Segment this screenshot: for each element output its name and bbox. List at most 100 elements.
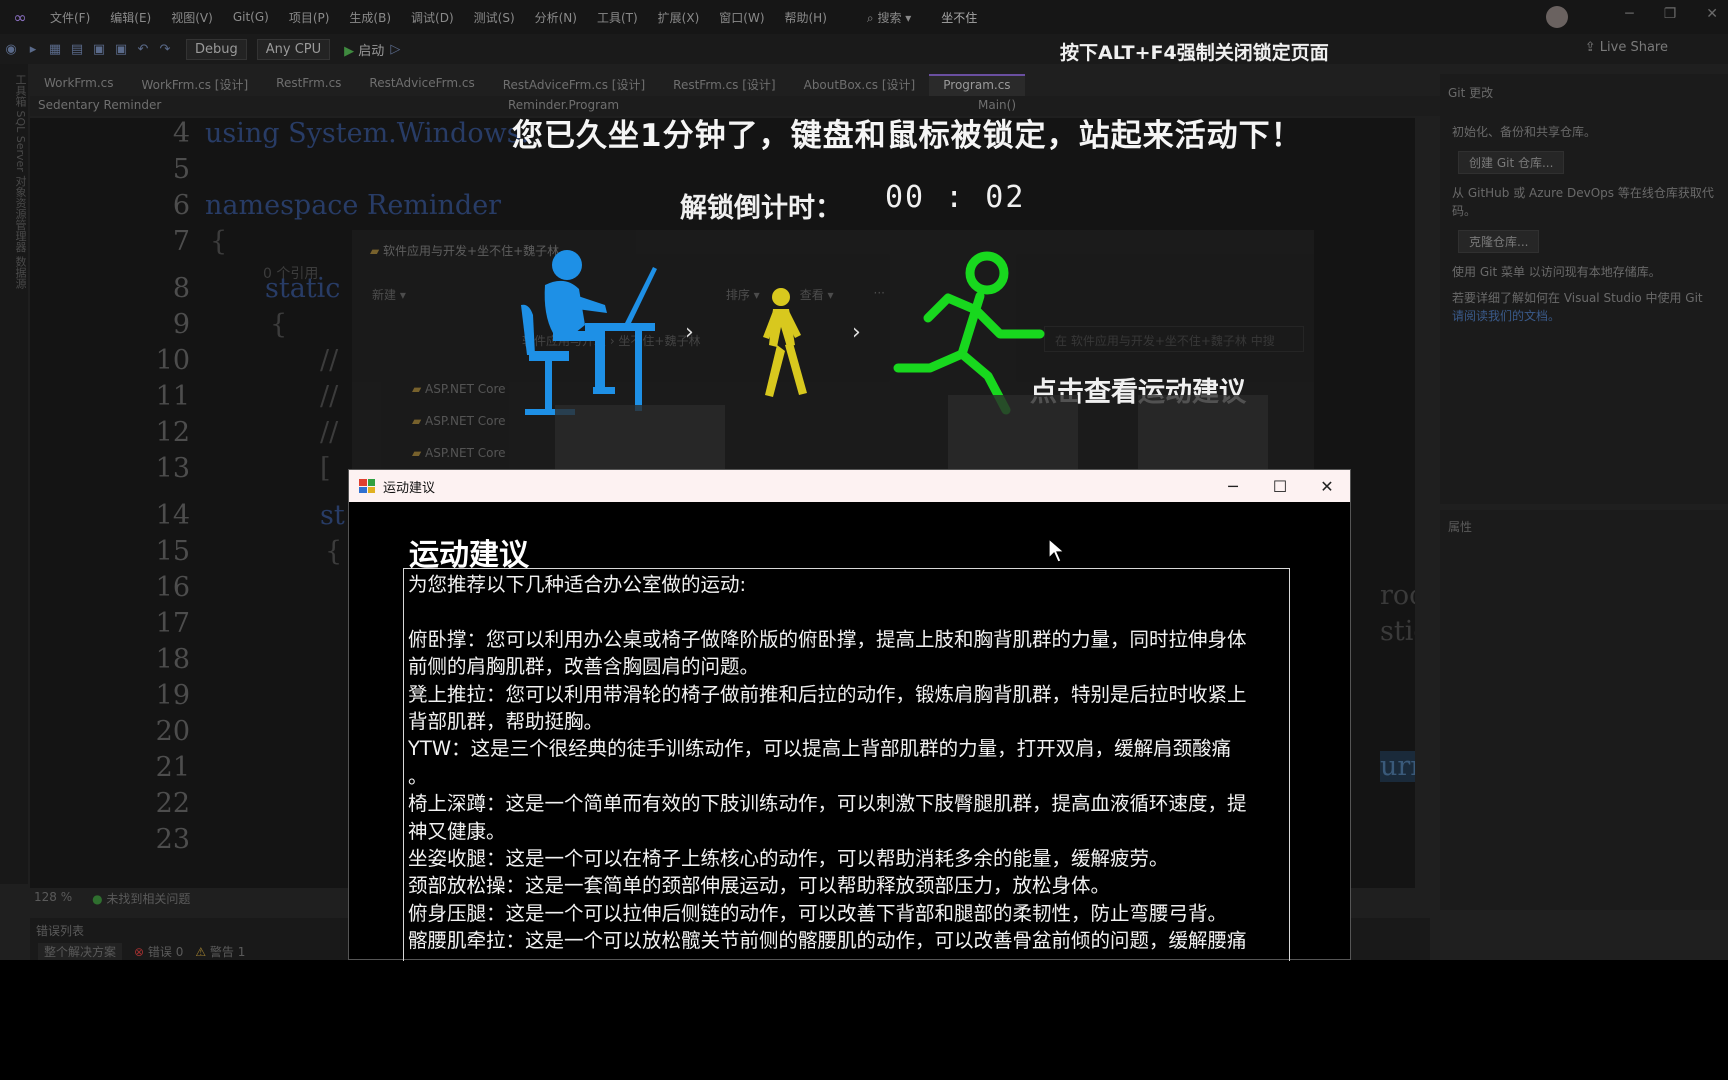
git-intro: 初始化、备份和共享仓库。 <box>1452 125 1597 139</box>
configuration-dropdown[interactable]: Debug <box>186 38 247 60</box>
issues-status[interactable]: ● 未找到相关问题 <box>92 890 190 910</box>
new-project-icon[interactable]: ▦ <box>44 42 66 57</box>
menu-project[interactable]: 项目(P) <box>279 9 340 26</box>
suggestion-line: 颈部放松操：这是一套简单的颈部伸展运动，可以帮助释放颈部压力，放松身体。 <box>408 874 1111 898</box>
tab-restfrm-design[interactable]: RestFrm.cs [设计] <box>659 74 789 96</box>
more-button[interactable]: ··· <box>874 286 885 303</box>
suggestion-line <box>408 598 1285 625</box>
lock-headline: 您已久坐1分钟了，键盘和鼠标被锁定，站起来活动下！ <box>512 118 1303 154</box>
git-learn-text: 若要详细了解如何在 Visual Studio 中使用 Git <box>1452 291 1703 305</box>
restore-icon[interactable]: ❐ <box>1664 6 1677 22</box>
code-line: st <box>320 500 345 531</box>
folder-item[interactable]: ASP.NET Core <box>412 414 505 428</box>
minimize-button[interactable]: ─ <box>1210 470 1256 502</box>
menu-edit[interactable]: 编辑(E) <box>100 9 161 26</box>
dialog-title: 运动建议 <box>383 480 436 496</box>
tab-restadvicefrm-design[interactable]: RestAdviceFrm.cs [设计] <box>489 74 659 96</box>
avatar[interactable] <box>1546 6 1568 28</box>
menu-extensions[interactable]: 扩展(X) <box>648 9 710 26</box>
share-icon: ⇪ <box>1584 40 1600 55</box>
create-repo-button[interactable]: 创建 Git 仓库... <box>1458 151 1565 174</box>
code-line: // <box>320 417 339 448</box>
dialog-titlebar[interactable]: 运动建议 ─ ☐ ✕ <box>349 470 1350 502</box>
word-document-icon <box>948 395 1078 469</box>
menu-window[interactable]: 窗口(W) <box>709 9 774 26</box>
search-box[interactable]: ⌕ 搜索 ▾ <box>857 7 921 28</box>
line-number: 14 <box>155 500 190 531</box>
suggestion-textbox[interactable]: 为您推荐以下几种适合办公室做的运动: 俯卧撑：您可以利用办公桌或椅子做降阶版的俯… <box>403 568 1290 961</box>
start-button[interactable]: ▶ 启动 <box>344 40 384 59</box>
menu-tools[interactable]: 工具(T) <box>587 9 648 26</box>
menu-help[interactable]: 帮助(H) <box>775 9 837 26</box>
tab-workfrm-design[interactable]: WorkFrm.cs [设计] <box>128 74 263 96</box>
vs-logo-icon: ∞ <box>13 7 27 27</box>
open-icon[interactable]: ▤ <box>66 42 88 57</box>
code-line: { <box>210 226 228 257</box>
menu-debug[interactable]: 调试(D) <box>401 9 464 26</box>
new-button[interactable]: 新建 ▾ <box>372 286 406 303</box>
suggestion-line: YTW：这是三个很经典的徒手训练动作，可以提高上背部肌群的力量，打开双肩，缓解肩… <box>408 737 1232 761</box>
minimize-icon: ─ <box>1228 476 1238 496</box>
suggestion-line: 俯卧撑：您可以利用办公桌或椅子做降阶版的俯卧撑，提高上肢和胸背肌群的力量，同时拉… <box>408 627 1247 651</box>
tab-workfrm[interactable]: WorkFrm.cs <box>30 74 128 96</box>
line-number: 15 <box>155 536 190 567</box>
document-tabs: WorkFrm.cs WorkFrm.cs [设计] RestFrm.cs Re… <box>30 74 1430 96</box>
clone-repo-button[interactable]: 克隆仓库... <box>1458 230 1540 253</box>
maximize-button[interactable]: ☐ <box>1257 470 1303 502</box>
warnings-filter[interactable]: ⚠ 警告 1 <box>195 943 245 960</box>
line-number: 5 <box>172 154 190 185</box>
line-number: 6 <box>172 190 190 221</box>
save-icon[interactable]: ▣ <box>88 42 110 57</box>
menu-bar: ∞ 文件(F) 编辑(E) 视图(V) Git(G) 项目(P) 生成(B) 调… <box>0 0 1728 34</box>
folder-item[interactable]: ASP.NET Core <box>412 382 505 396</box>
line-number: 7 <box>172 226 190 257</box>
close-icon: ✕ <box>1320 476 1334 496</box>
menu-file[interactable]: 文件(F) <box>40 9 100 26</box>
zoom-level[interactable]: 128 % <box>34 890 72 910</box>
suggestion-line: 前侧的肩胸肌群，改善含胸圆肩的问题。 <box>408 655 760 679</box>
line-number: 11 <box>155 381 190 412</box>
suggestion-line: 神又健康。 <box>408 819 506 843</box>
redo-icon[interactable]: ↷ <box>154 42 176 57</box>
back-icon[interactable]: ◉ <box>0 42 22 57</box>
undo-icon[interactable]: ↶ <box>132 42 154 57</box>
line-number: 18 <box>155 644 190 675</box>
menu-analyze[interactable]: 分析(N) <box>525 9 587 26</box>
error-scope-dropdown[interactable]: 整个解决方案 <box>38 943 123 960</box>
line-number: 22 <box>155 788 190 819</box>
force-close-hint: 按下ALT+F4强制关闭锁定页面 <box>1060 42 1329 64</box>
close-icon[interactable]: ✕ <box>1706 6 1718 22</box>
explorer-search-input[interactable]: 在 软件应用与开发+坐不住+魏子林 中搜 <box>1044 326 1304 352</box>
line-number: 9 <box>172 309 190 340</box>
minimize-icon[interactable]: ─ <box>1625 6 1633 22</box>
forward-icon[interactable]: ▸ <box>22 42 44 57</box>
countdown-timer: 00 : 02 <box>885 180 1026 215</box>
app-icon <box>359 479 375 493</box>
menu-build[interactable]: 生成(B) <box>339 9 401 26</box>
code-line: { <box>325 536 343 567</box>
tab-aboutbox-design[interactable]: AboutBox.cs [设计] <box>790 74 930 96</box>
errors-filter[interactable]: ⊗ 错误 0 <box>134 943 183 960</box>
start-without-debug-icon[interactable]: ▷ <box>384 42 406 57</box>
nav-project[interactable]: Sedentary Reminder <box>30 96 500 116</box>
save-all-icon[interactable]: ▣ <box>110 42 132 57</box>
search-icon: ⌕ <box>866 10 878 25</box>
menu-git[interactable]: Git(G) <box>223 10 279 24</box>
left-tool-strip[interactable]: 工具箱 SQL Server 对象资源管理器 数据源 <box>0 64 28 884</box>
arrow-right-icon: › <box>852 320 861 345</box>
line-number: 13 <box>155 453 190 484</box>
tab-restfrm[interactable]: RestFrm.cs <box>262 74 355 96</box>
menu-test[interactable]: 测试(S) <box>464 9 525 26</box>
git-docs-link[interactable]: 请阅读我们的文档。 <box>1452 309 1560 323</box>
code-line: // <box>320 381 339 412</box>
suggestion-line: 椅上深蹲：这是一个简单而有效的下肢训练动作，可以刺激下肢臀腿肌群，提高血液循环速… <box>408 792 1247 816</box>
tab-program[interactable]: Program.cs <box>929 74 1025 96</box>
tab-restadvicefrm[interactable]: RestAdviceFrm.cs <box>355 74 488 96</box>
menu-view[interactable]: 视图(V) <box>161 9 223 26</box>
live-share-button[interactable]: ⇪ Live Share <box>1585 40 1668 55</box>
close-button[interactable]: ✕ <box>1304 470 1350 502</box>
folder-item[interactable]: ASP.NET Core <box>412 446 505 460</box>
play-icon: ▶ <box>344 43 359 59</box>
code-line: using System.Windows. <box>205 118 530 149</box>
platform-dropdown[interactable]: Any CPU <box>256 38 331 60</box>
